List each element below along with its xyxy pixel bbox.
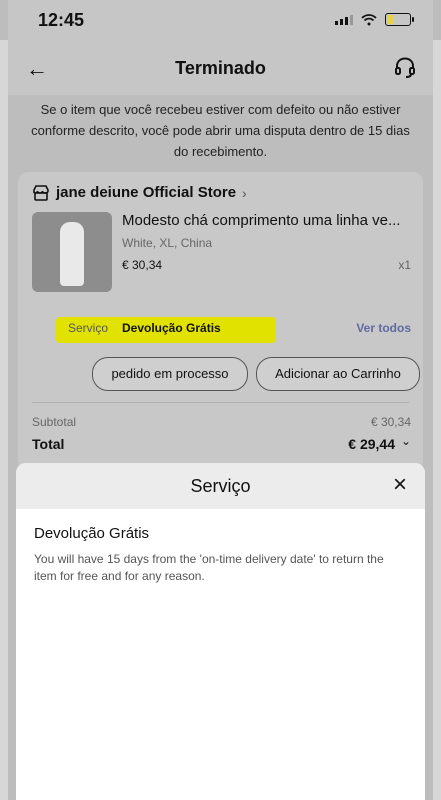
service-sheet: Serviço × Devolução Grátis You will have… <box>16 463 425 800</box>
total-label: Total <box>32 436 65 452</box>
service-label: Serviço <box>68 321 109 335</box>
headset-icon[interactable] <box>393 56 417 80</box>
subtotal-value: € 30,34 <box>370 415 411 429</box>
status-time: 12:45 <box>38 10 85 30</box>
order-card: jane deiune Official Store › Modesto chá… <box>18 172 423 472</box>
store-name: jane deiune Official Store <box>56 184 237 201</box>
store-row[interactable]: jane deiune Official Store › <box>32 184 247 201</box>
sheet-header: Serviço × <box>16 463 425 509</box>
right-edge <box>433 40 441 800</box>
dispute-notice: Se o item que você recebeu estiver com d… <box>31 102 410 159</box>
close-icon[interactable]: × <box>393 471 407 499</box>
wifi-icon <box>361 13 377 25</box>
battery-icon <box>385 13 414 26</box>
total-value: € 29,44 <box>348 436 395 452</box>
sheet-body: You will have 15 days from the 'on-time … <box>34 552 384 584</box>
chevron-down-icon[interactable]: ⌄ <box>401 434 411 448</box>
left-edge <box>0 40 8 800</box>
divider <box>32 402 409 403</box>
chevron-right-icon: › <box>242 184 247 201</box>
screen: 12:45 ← Terminado Se o item que você rec… <box>0 0 441 800</box>
top-navigation: ← Terminado <box>8 40 433 95</box>
subtotal-label: Subtotal <box>32 415 77 429</box>
processing-order-button[interactable]: pedido em processo <box>92 357 248 391</box>
product-title[interactable]: Modesto chá comprimento uma linha ve... <box>122 212 422 229</box>
dress-image <box>60 222 84 286</box>
page: 12:45 ← Terminado Se o item que você rec… <box>8 0 433 800</box>
product-quantity: x1 <box>398 258 411 272</box>
status-icons <box>335 13 414 26</box>
product-thumbnail[interactable] <box>32 212 112 292</box>
product-price: € 30,34 <box>122 258 163 272</box>
view-all-link[interactable]: Ver todos <box>356 321 411 335</box>
sheet-heading: Devolução Grátis <box>34 525 150 542</box>
add-to-cart-button[interactable]: Adicionar ao Carrinho <box>256 357 420 391</box>
signal-icon <box>335 14 353 25</box>
service-value: Devolução Grátis <box>122 321 221 335</box>
status-bar: 12:45 <box>8 0 433 40</box>
page-title: Terminado <box>175 58 266 78</box>
product-variant: White, XL, China <box>122 236 213 250</box>
sheet-title: Serviço <box>190 476 251 496</box>
store-icon <box>33 184 49 201</box>
